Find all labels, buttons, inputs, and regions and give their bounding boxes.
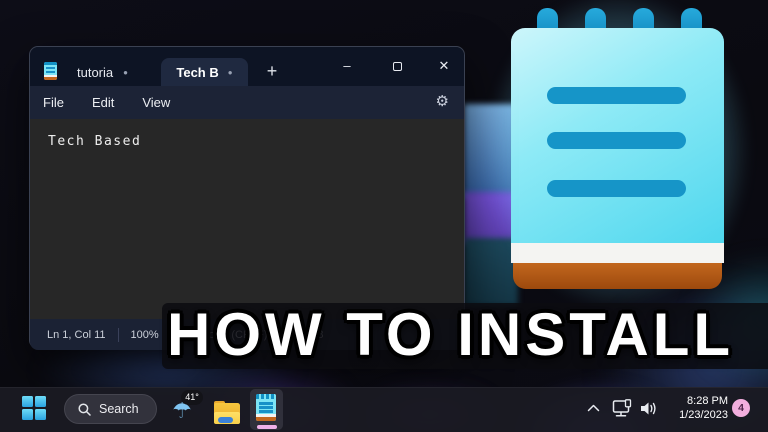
windows-logo-icon <box>35 409 46 420</box>
tray-chevron-up-icon[interactable] <box>587 404 600 412</box>
notification-count-badge[interactable]: 4 <box>732 399 750 417</box>
close-button[interactable]: ✕ <box>427 47 461 86</box>
new-tab-button[interactable]: + <box>258 58 286 86</box>
notepad-icon-line <box>46 71 55 73</box>
minimize-button[interactable]: – <box>330 47 364 86</box>
folder-icon <box>218 417 233 423</box>
clock-date: 1/23/2023 <box>679 409 728 421</box>
notepad-icon-line <box>547 87 686 104</box>
desktop: tutoria ● Tech B ● + – ✕ File Edit View … <box>0 0 768 432</box>
start-button[interactable] <box>22 396 46 420</box>
tab-label: tutoria <box>77 64 114 80</box>
notepad-icon-line <box>46 67 55 69</box>
weather-temperature-badge[interactable]: 41° <box>181 390 203 405</box>
menu-view[interactable]: View <box>141 93 171 112</box>
tab-label: Tech B <box>176 64 219 80</box>
notepad-icon-line <box>547 132 686 149</box>
file-explorer-button[interactable] <box>214 401 240 424</box>
notepad-app-icon-large <box>505 8 731 293</box>
tab-tutoria[interactable]: tutoria ● <box>71 58 134 86</box>
titlebar[interactable]: tutoria ● Tech B ● + – ✕ <box>30 47 464 86</box>
network-ethernet-icon[interactable] <box>612 399 634 418</box>
notepad-icon-orange-base <box>513 263 722 289</box>
windows-logo-icon <box>22 409 33 420</box>
notepad-icon-line <box>259 410 273 413</box>
menu-bar: File Edit View <box>30 86 464 119</box>
menu-file[interactable]: File <box>42 93 65 112</box>
clock[interactable]: 8:28 PM 1/23/2023 <box>655 394 728 422</box>
editor-text: Tech Based <box>48 134 142 149</box>
running-app-indicator <box>257 425 277 429</box>
menu-edit[interactable]: Edit <box>91 93 115 112</box>
notepad-taskbar-button[interactable] <box>250 389 283 430</box>
tab-tech-b[interactable]: Tech B ● <box>161 58 248 86</box>
search-label: Search <box>99 402 139 416</box>
notepad-icon-orange-base <box>44 77 57 80</box>
notepad-icon <box>44 62 57 80</box>
notepad-icon-line <box>547 180 686 197</box>
unsaved-dot-icon: ● <box>123 67 128 77</box>
notepad-icon-binding <box>256 394 276 399</box>
search-box[interactable]: Search <box>64 394 157 424</box>
clock-time: 8:28 PM <box>687 395 728 407</box>
windows-logo-icon <box>22 396 33 407</box>
windows-logo-icon <box>35 396 46 407</box>
maximize-icon <box>392 62 402 72</box>
cursor-position: Ln 1, Col 11 <box>47 328 106 341</box>
unsaved-dot-icon: ● <box>227 67 233 77</box>
headline-title: HOW TO INSTALL <box>167 301 735 368</box>
notepad-icon <box>256 394 276 421</box>
maximize-button[interactable] <box>380 47 414 86</box>
notepad-icon-line <box>259 402 273 405</box>
settings-gear-icon[interactable]: ⚙ <box>436 86 449 119</box>
notepad-icon-orange-base <box>256 417 276 421</box>
notepad-icon-binding <box>44 62 57 65</box>
notepad-icon-white-strip <box>511 243 724 263</box>
search-icon <box>78 402 91 416</box>
notepad-icon-line <box>259 406 273 409</box>
text-editor-area[interactable]: Tech Based <box>30 119 464 319</box>
